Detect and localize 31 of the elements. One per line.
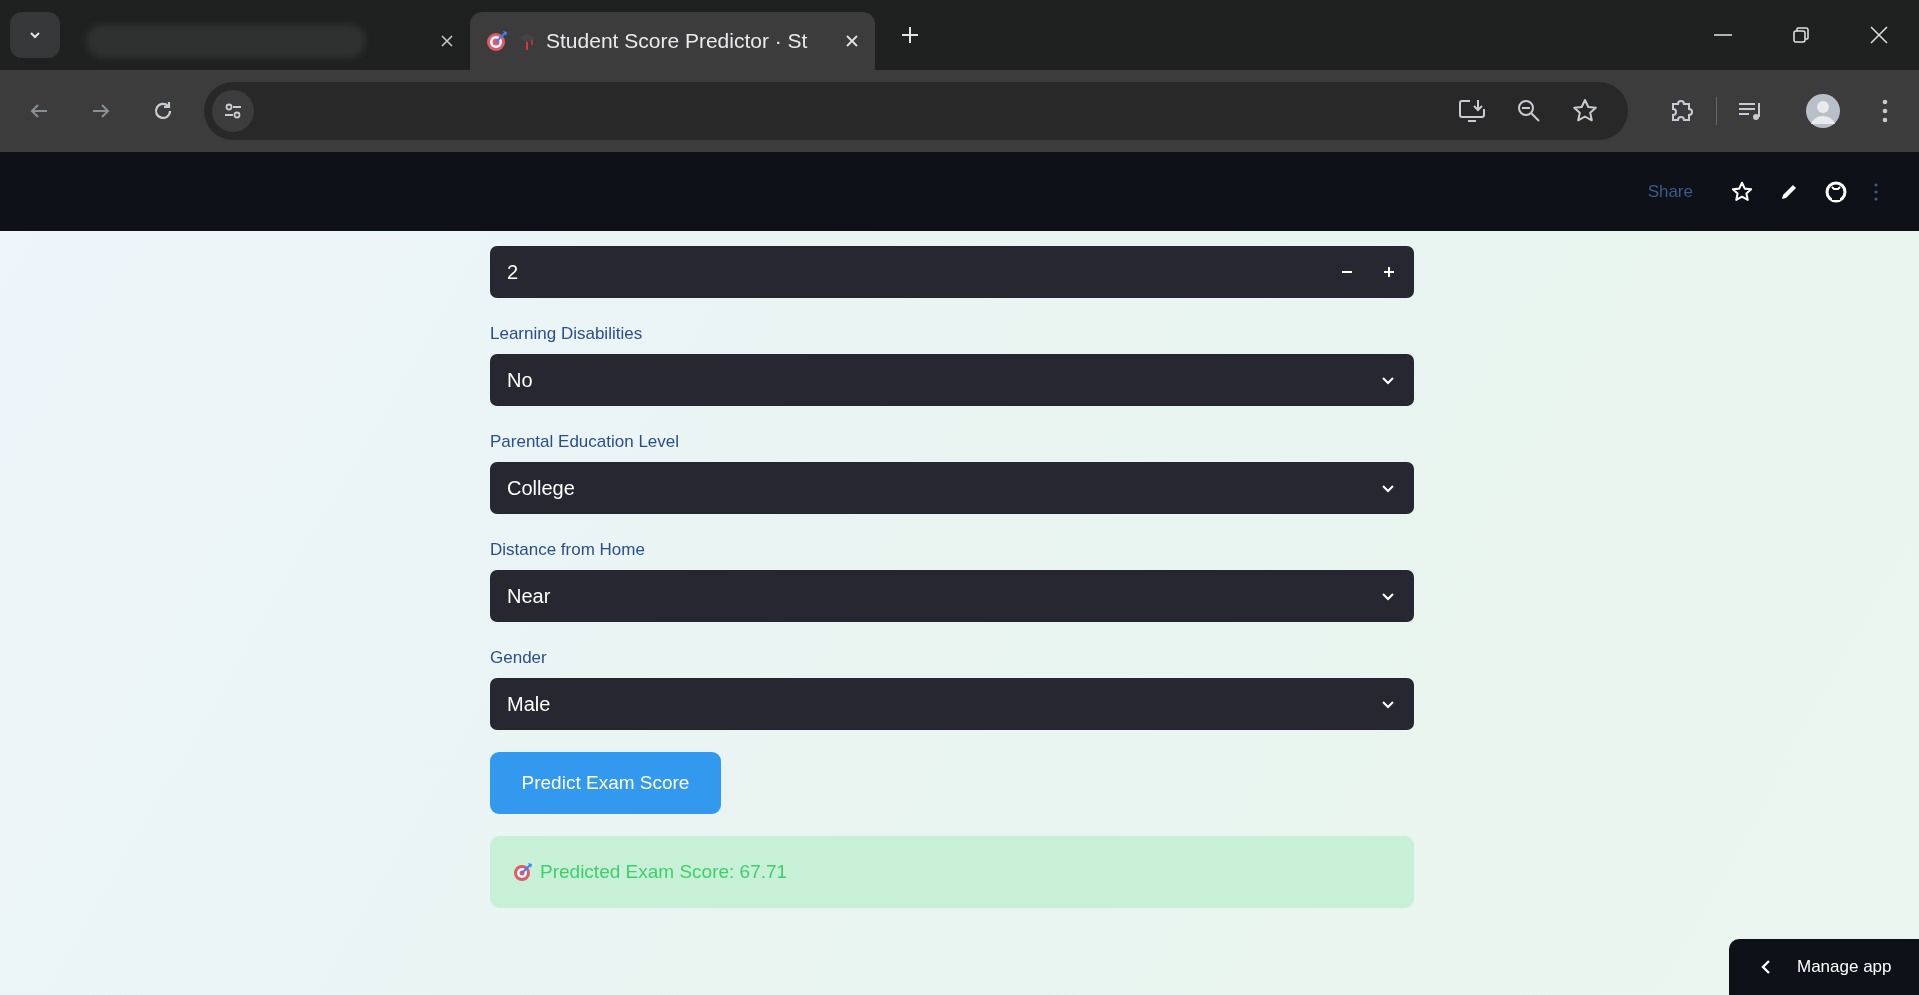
target-icon bbox=[512, 861, 534, 883]
zoom-out-icon[interactable] bbox=[1516, 98, 1542, 124]
chevron-left-icon bbox=[1759, 959, 1773, 975]
restore-icon[interactable] bbox=[1791, 25, 1811, 45]
select-field[interactable]: Male bbox=[490, 678, 1414, 730]
field-label: Parental Education Level bbox=[490, 432, 681, 452]
tab-title: Student Score Predictor · St bbox=[546, 29, 809, 53]
new-tab-icon[interactable] bbox=[901, 26, 919, 44]
close-window-icon[interactable] bbox=[1869, 25, 1889, 45]
star-icon[interactable] bbox=[1731, 180, 1753, 203]
select-field[interactable]: Near bbox=[490, 570, 1414, 622]
select-field[interactable]: No bbox=[490, 354, 1414, 406]
manage-app-button[interactable]: Manage app bbox=[1729, 939, 1919, 995]
close-icon[interactable] bbox=[440, 34, 454, 48]
browser-tab[interactable]: Student Score Predictor · St bbox=[470, 12, 875, 70]
plus-icon[interactable] bbox=[1382, 265, 1396, 279]
more-icon[interactable] bbox=[1873, 181, 1879, 202]
field-label: Distance from Home bbox=[490, 540, 646, 560]
target-icon bbox=[486, 30, 508, 52]
result-text: Predicted Exam Score: 67.71 bbox=[540, 861, 788, 883]
site-settings-icon[interactable] bbox=[212, 90, 254, 132]
number-input[interactable]: 2 bbox=[490, 246, 1414, 298]
close-icon[interactable] bbox=[845, 34, 859, 48]
star-icon[interactable] bbox=[1572, 98, 1598, 124]
field-label: Gender bbox=[490, 648, 548, 668]
avatar-icon[interactable] bbox=[1805, 93, 1841, 129]
field-label: Learning Disabilities bbox=[490, 324, 644, 344]
install-app-icon[interactable] bbox=[1458, 98, 1486, 124]
menu-icon[interactable] bbox=[1881, 98, 1889, 124]
reload-icon[interactable] bbox=[152, 100, 174, 122]
select-field[interactable]: College bbox=[490, 462, 1414, 514]
